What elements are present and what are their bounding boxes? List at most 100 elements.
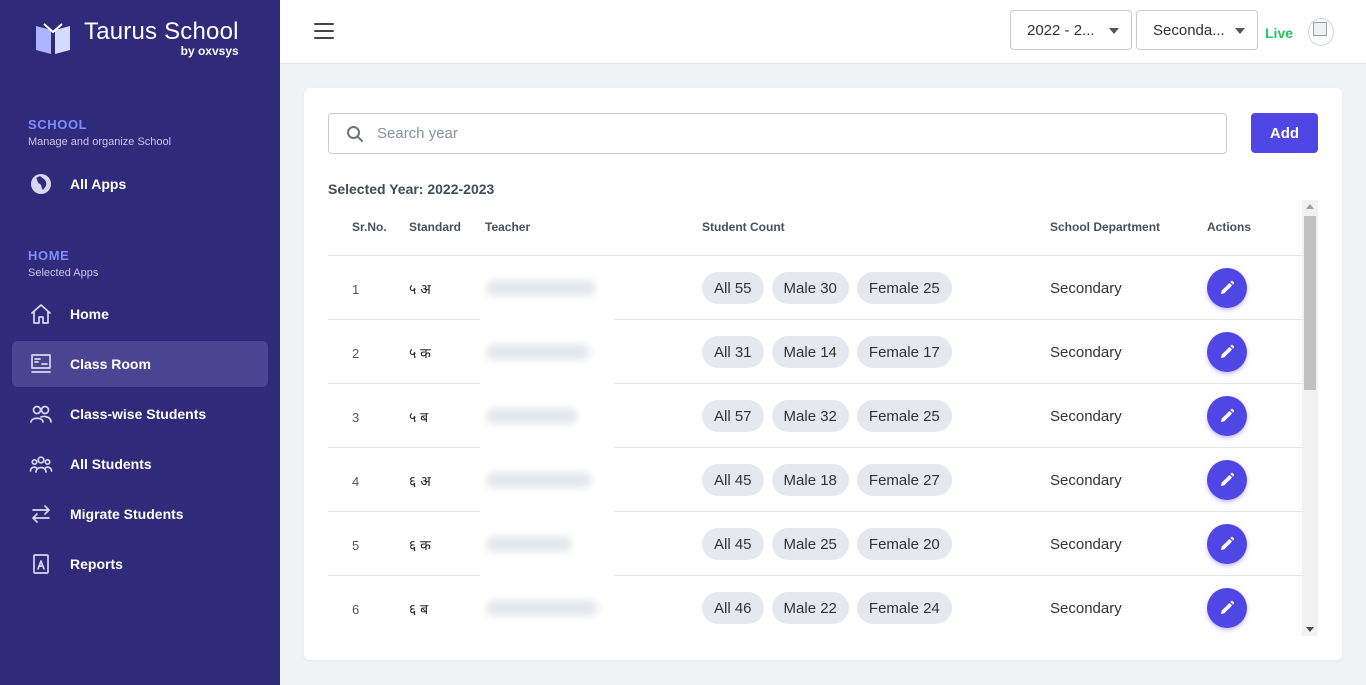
sidebar-item-all-apps[interactable]: All Apps bbox=[12, 161, 268, 207]
broken-image-icon bbox=[1313, 22, 1327, 36]
female-count-chip: Female 25 bbox=[856, 272, 952, 304]
department-cell: Secondary bbox=[1050, 408, 1122, 425]
table-row: 1 ५ अ All 55 Male 30 Female 25 Secondary bbox=[328, 256, 1302, 320]
male-count-chip: Male 32 bbox=[771, 400, 849, 432]
sidebar-item-class-room[interactable]: Class Room bbox=[12, 341, 268, 387]
sidebar: Taurus School by oxvsys SCHOOL Manage an… bbox=[0, 0, 280, 685]
edit-button[interactable] bbox=[1207, 268, 1247, 308]
sidebar-item-reports[interactable]: Reports bbox=[12, 541, 268, 587]
edit-button[interactable] bbox=[1207, 460, 1247, 500]
sidebar-item-label: All Students bbox=[70, 456, 152, 472]
teacher-cell-redacted bbox=[480, 576, 614, 636]
department-select[interactable]: Seconda... bbox=[1136, 10, 1258, 50]
column-header-standard: Standard bbox=[409, 220, 462, 234]
table-scrollbar[interactable] bbox=[1302, 200, 1318, 636]
department-cell: Secondary bbox=[1050, 280, 1122, 297]
male-count-chip: Male 25 bbox=[771, 528, 849, 560]
sidebar-item-migrate-students[interactable]: Migrate Students bbox=[12, 491, 268, 537]
department-cell: Secondary bbox=[1050, 472, 1122, 489]
all-count-chip: All 45 bbox=[702, 464, 764, 496]
pencil-icon bbox=[1221, 408, 1235, 422]
all-count-chip: All 31 bbox=[702, 336, 764, 368]
users-icon bbox=[28, 401, 54, 427]
teacher-cell-redacted bbox=[480, 320, 614, 384]
search-icon bbox=[347, 126, 363, 142]
caret-down-icon bbox=[1109, 28, 1119, 34]
female-count-chip: Female 20 bbox=[856, 528, 952, 560]
sidebar-item-home[interactable]: Home bbox=[12, 291, 268, 337]
sidebar-item-label: All Apps bbox=[70, 176, 127, 192]
selected-year-label: Selected Year: 2022-2023 bbox=[328, 181, 495, 197]
avatar[interactable] bbox=[1308, 18, 1334, 46]
search-input[interactable] bbox=[377, 125, 1226, 142]
book-logo-icon bbox=[36, 23, 70, 54]
brand-by: by oxvsys bbox=[180, 44, 239, 58]
standard-cell: ६ ब bbox=[409, 601, 429, 617]
edit-button[interactable] bbox=[1207, 588, 1247, 628]
pencil-icon bbox=[1221, 344, 1235, 358]
department-select-value: Seconda... bbox=[1153, 21, 1225, 39]
scrollbar-thumb[interactable] bbox=[1304, 216, 1316, 390]
teacher-cell-redacted bbox=[480, 256, 614, 320]
sidebar-item-all-students[interactable]: All Students bbox=[12, 441, 268, 487]
all-count-chip: All 55 bbox=[702, 272, 764, 304]
department-cell: Secondary bbox=[1050, 344, 1122, 361]
table-row: 6 ६ ब All 46 Male 22 Female 24 Secondary bbox=[328, 576, 1302, 636]
male-count-chip: Male 18 bbox=[771, 464, 849, 496]
live-status: Live bbox=[1265, 25, 1294, 41]
section-title-school: SCHOOL bbox=[28, 117, 88, 132]
report-icon bbox=[28, 551, 54, 577]
pencil-icon bbox=[1221, 600, 1235, 614]
table-header: Sr.No. Standard Teacher Student Count Sc… bbox=[328, 200, 1302, 256]
menu-icon[interactable] bbox=[314, 23, 334, 41]
sidebar-item-class-wise-students[interactable]: Class-wise Students bbox=[12, 391, 268, 437]
top-bar: 2022 - 2... Seconda... Live bbox=[280, 0, 1366, 64]
arrows-swap-icon bbox=[28, 501, 54, 527]
edit-button[interactable] bbox=[1207, 524, 1247, 564]
column-header-student-count: Student Count bbox=[702, 220, 785, 234]
male-count-chip: Male 14 bbox=[771, 336, 849, 368]
year-select-value: 2022 - 2... bbox=[1027, 21, 1095, 39]
column-header-school-department: School Department bbox=[1050, 220, 1161, 234]
section-title-home: HOME bbox=[28, 248, 70, 263]
table-row: 4 ६ अ All 45 Male 18 Female 27 Secondary bbox=[328, 448, 1302, 512]
department-cell: Secondary bbox=[1050, 600, 1122, 617]
edit-button[interactable] bbox=[1207, 332, 1247, 372]
all-count-chip: All 45 bbox=[702, 528, 764, 560]
sidebar-item-label: Reports bbox=[70, 556, 123, 572]
female-count-chip: Female 27 bbox=[856, 464, 952, 496]
year-select[interactable]: 2022 - 2... bbox=[1010, 10, 1132, 50]
pencil-icon bbox=[1221, 280, 1235, 294]
add-button[interactable]: Add bbox=[1251, 113, 1318, 153]
sidebar-item-label: Home bbox=[70, 306, 109, 322]
home-icon bbox=[28, 301, 54, 327]
sr-no-cell: 4 bbox=[352, 474, 360, 489]
all-count-chip: All 57 bbox=[702, 400, 764, 432]
table-row: 3 ५ ब All 57 Male 32 Female 25 Secondary bbox=[328, 384, 1302, 448]
standard-cell: ६ अ bbox=[409, 473, 431, 489]
male-count-chip: Male 30 bbox=[771, 272, 849, 304]
globe-icon bbox=[28, 171, 54, 197]
classroom-icon bbox=[28, 351, 54, 377]
standard-cell: ६ क bbox=[409, 537, 431, 553]
edit-button[interactable] bbox=[1207, 396, 1247, 436]
table-row: 2 ५ क All 31 Male 14 Female 17 Secondary bbox=[328, 320, 1302, 384]
scroll-up-arrow-icon[interactable] bbox=[1306, 204, 1314, 209]
sr-no-cell: 5 bbox=[352, 538, 360, 553]
classroom-card: Add Selected Year: 2022-2023 Sr.No. Stan… bbox=[304, 88, 1342, 660]
classroom-table: Sr.No. Standard Teacher Student Count Sc… bbox=[328, 200, 1318, 636]
pencil-icon bbox=[1221, 472, 1235, 486]
sidebar-item-label: Migrate Students bbox=[70, 506, 184, 522]
table-row: 5 ६ क All 45 Male 25 Female 20 Secondary bbox=[328, 512, 1302, 576]
all-count-chip: All 46 bbox=[702, 592, 764, 624]
sr-no-cell: 6 bbox=[352, 602, 360, 617]
scroll-down-arrow-icon[interactable] bbox=[1306, 627, 1314, 632]
search-box[interactable] bbox=[328, 113, 1227, 154]
section-subtitle-school: Manage and organize School bbox=[28, 136, 172, 148]
section-subtitle-home: Selected Apps bbox=[28, 267, 99, 279]
female-count-chip: Female 25 bbox=[856, 400, 952, 432]
brand[interactable]: Taurus School by oxvsys bbox=[34, 18, 239, 58]
department-cell: Secondary bbox=[1050, 536, 1122, 553]
teacher-cell-redacted bbox=[480, 512, 614, 576]
female-count-chip: Female 17 bbox=[856, 336, 952, 368]
